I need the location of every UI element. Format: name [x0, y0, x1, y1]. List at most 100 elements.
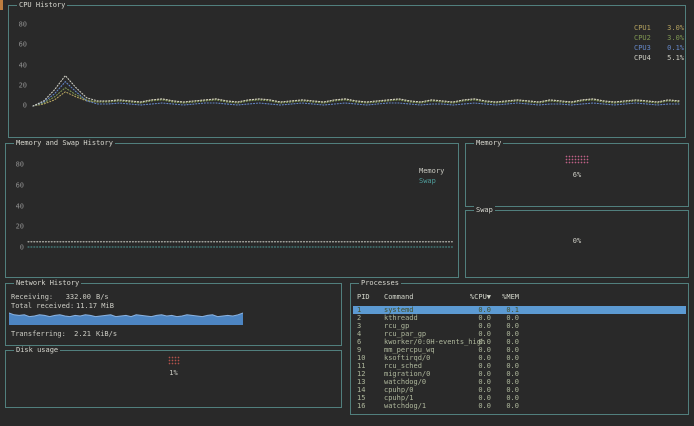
processes-header-mem[interactable]: %MEM — [493, 293, 519, 301]
memory-usage-percent: 6% — [466, 171, 688, 179]
cpu-legend-item: CPU3 0.1% — [634, 43, 684, 53]
swap-gauge-panel: Swap 0% — [465, 210, 689, 278]
process-command: rcu_gp — [384, 322, 409, 330]
cpu-legend-name: CPU4 — [634, 53, 651, 63]
process-pid: 11 — [357, 362, 365, 370]
processes-header-command[interactable]: Command — [384, 293, 414, 301]
processes-header-pid[interactable]: PID — [357, 293, 370, 301]
system-monitor-screen: CPU History 806040200 CPU13.0%CPU23.0%CP… — [0, 0, 694, 426]
network-history-title: Network History — [14, 279, 81, 288]
process-command: watchdog/0 — [384, 378, 426, 386]
memswap-legend-memory: Memory — [419, 166, 444, 176]
cpu-legend-value: 3.0% — [667, 23, 684, 33]
process-cpu: 0.0 — [463, 402, 491, 410]
process-mem: 0.0 — [493, 354, 519, 362]
cpu-legend-item: CPU1 3.0% — [634, 23, 684, 33]
transferring-value: 2.21 — [31, 330, 91, 339]
process-cpu: 0.0 — [463, 354, 491, 362]
memory-swap-chart — [6, 144, 458, 277]
memswap-legend-swap: Swap — [419, 176, 436, 186]
process-row[interactable]: 14 cpuhp/0 0.00.0 — [353, 386, 686, 394]
memory-gauge-panel: Memory 6% — [465, 143, 689, 207]
process-row[interactable]: 13watchdog/00.00.0 — [353, 378, 686, 386]
process-mem: 0.0 — [493, 338, 519, 346]
process-pid: 1 — [357, 306, 361, 314]
process-row[interactable]: 15 cpuhp/1 0.00.0 — [353, 394, 686, 402]
process-pid: 6 — [357, 338, 361, 346]
process-cpu: 0.0 — [463, 362, 491, 370]
disk-usage-percent: 1% — [6, 369, 341, 377]
memory-usage-dots — [565, 155, 589, 164]
process-row[interactable]: 4 rcu_par_gp 0.00.0 — [353, 330, 686, 338]
process-pid: 15 — [357, 394, 365, 402]
process-cpu: 0.0 — [463, 386, 491, 394]
process-cpu: 0.0 — [463, 394, 491, 402]
cpu-legend-item: CPU2 3.0% — [634, 33, 684, 43]
processes-table: 1systemd0.00.12kthreadd0.00.03rcu_gp0.00… — [353, 306, 686, 410]
process-mem: 0.0 — [493, 322, 519, 330]
total-received-value: 11.17 MiB — [76, 302, 114, 311]
processes-header-row: PID Command %CPU▼%MEM — [353, 293, 686, 302]
cpu-legend-name: CPU2 — [634, 33, 651, 43]
process-command: kthreadd — [384, 314, 418, 322]
process-row[interactable]: 11 rcu_sched 0.00.0 — [353, 362, 686, 370]
process-pid: 16 — [357, 402, 365, 410]
process-command: watchdog/1 — [384, 402, 426, 410]
cpu-legend-name: CPU1 — [634, 23, 651, 33]
process-row[interactable]: 16watchdog/10.00.0 — [353, 402, 686, 410]
processes-panel: Processes PIDCommand%CPU▼%MEM 1systemd0.… — [350, 283, 689, 415]
disk-usage-dots — [168, 356, 180, 365]
process-command: rcu_par_gp — [384, 330, 426, 338]
process-mem: 0.1 — [493, 306, 519, 314]
process-mem: 0.0 — [493, 362, 519, 370]
transferring-unit: KiB/s — [96, 330, 117, 339]
process-cpu: 0.0 — [463, 338, 491, 346]
process-cpu: 0.0 — [463, 322, 491, 330]
process-command: cpuhp/0 — [384, 386, 414, 394]
memory-swap-history-title: Memory and Swap History — [14, 139, 115, 148]
process-cpu: 0.0 — [463, 314, 491, 322]
swap-gauge-title: Swap — [474, 206, 495, 215]
process-command: rcu_sched — [384, 362, 422, 370]
process-row[interactable]: 12migration/00.00.0 — [353, 370, 686, 378]
process-cpu: 0.0 — [463, 346, 491, 354]
process-row[interactable]: 9mm_percpu_wq0.00.0 — [353, 346, 686, 354]
process-pid: 3 — [357, 322, 361, 330]
total-received-label: Total received: — [11, 302, 74, 311]
process-mem: 0.0 — [493, 370, 519, 378]
process-pid: 4 — [357, 330, 361, 338]
process-row[interactable]: 1systemd0.00.1 — [353, 306, 686, 314]
process-mem: 0.0 — [493, 378, 519, 386]
process-cpu: 0.0 — [463, 330, 491, 338]
process-pid: 12 — [357, 370, 365, 378]
processes-header-cpu[interactable]: %CPU▼ — [463, 293, 491, 301]
cpu-legend-value: 0.1% — [667, 43, 684, 53]
network-history-panel: Network History Receiving: 332.00 B/s To… — [5, 283, 342, 346]
receiving-value: 332.00 — [31, 293, 91, 302]
disk-usage-title: Disk usage — [14, 346, 60, 355]
process-row[interactable]: 3 rcu_gp 0.00.0 — [353, 322, 686, 330]
process-pid: 9 — [357, 346, 361, 354]
cpu-history-panel: CPU History 806040200 CPU13.0%CPU23.0%CP… — [8, 5, 686, 138]
process-pid: 14 — [357, 386, 365, 394]
memory-swap-history-panel: Memory and Swap History 806040200 Memory… — [5, 143, 459, 278]
cpu-history-title: CPU History — [17, 1, 67, 10]
process-pid: 2 — [357, 314, 361, 322]
process-command: cpuhp/1 — [384, 394, 414, 402]
cpu-legend-item: CPU45.1% — [634, 53, 684, 63]
cpu-legend-value: 3.0% — [667, 33, 684, 43]
process-mem: 0.0 — [493, 394, 519, 402]
cpu-history-chart — [9, 6, 685, 137]
process-mem: 0.0 — [493, 386, 519, 394]
cpu-legend-name: CPU3 — [634, 43, 651, 53]
process-cpu: 0.0 — [463, 370, 491, 378]
process-mem: 0.0 — [493, 314, 519, 322]
process-mem: 0.0 — [493, 330, 519, 338]
process-row[interactable]: 2 kthreadd 0.00.0 — [353, 314, 686, 322]
memory-gauge-title: Memory — [474, 139, 503, 148]
process-row[interactable]: 10ksoftirqd/00.00.0 — [353, 354, 686, 362]
process-mem: 0.0 — [493, 346, 519, 354]
receiving-unit: B/s — [96, 293, 109, 302]
process-row[interactable]: 6kworker/0:0H-events_high0.00.0 — [353, 338, 686, 346]
processes-title: Processes — [359, 279, 401, 288]
